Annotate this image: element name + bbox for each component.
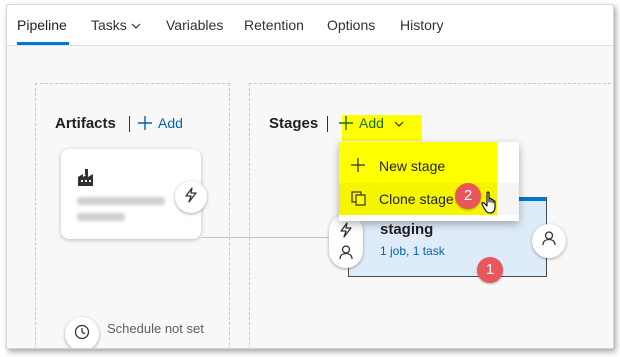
add-artifact-label: Add — [158, 115, 183, 131]
schedule-button[interactable] — [65, 317, 99, 348]
menu-item-label: Clone stage — [379, 191, 454, 207]
annotation-badge-1: 1 — [477, 257, 503, 283]
menu-item-new-stage[interactable]: New stage — [339, 150, 519, 182]
artifacts-divider — [129, 116, 130, 132]
clone-icon — [351, 191, 366, 209]
tab-tasks[interactable]: Tasks — [91, 5, 141, 45]
person-icon — [542, 231, 556, 251]
tab-variables[interactable]: Variables — [166, 5, 223, 45]
build-artifact-icon — [77, 169, 97, 192]
plus-icon — [351, 158, 365, 175]
tab-pipeline[interactable]: Pipeline — [17, 5, 67, 45]
person-icon — [339, 245, 353, 265]
artifact-trigger-button[interactable] — [175, 181, 207, 213]
artifact-source-redacted — [77, 213, 125, 221]
lightning-icon — [339, 222, 353, 243]
chevron-down-icon — [131, 6, 141, 46]
hand-cursor-icon — [481, 191, 501, 220]
plus-icon — [339, 115, 353, 133]
stages-divider — [327, 116, 328, 132]
add-stage-button[interactable]: Add — [339, 115, 404, 133]
tab-history[interactable]: History — [400, 5, 444, 45]
release-pipeline-window: Pipeline Tasks Variables Retention Optio… — [6, 4, 614, 349]
tab-retention[interactable]: Retention — [244, 5, 304, 45]
schedule-label: Schedule not set — [107, 321, 204, 336]
add-stage-label: Add — [359, 115, 384, 131]
annotation-badge-2: 2 — [455, 183, 481, 209]
clock-icon — [74, 324, 90, 345]
tab-bar: Pipeline Tasks Variables Retention Optio… — [7, 5, 613, 46]
stage-conditions-pill[interactable] — [329, 214, 363, 268]
tab-options[interactable]: Options — [327, 5, 375, 45]
menu-item-label: New stage — [379, 158, 446, 174]
artifact-name-redacted — [77, 197, 165, 205]
stage-summary-link[interactable]: 1 job, 1 task — [380, 244, 445, 258]
stages-title: Stages — [269, 115, 319, 132]
plus-icon — [138, 115, 152, 133]
stage-name[interactable]: staging — [380, 221, 433, 238]
add-artifact-button[interactable]: Add — [138, 115, 183, 133]
tab-tasks-label: Tasks — [91, 17, 127, 33]
chevron-down-icon — [394, 116, 404, 132]
lightning-icon — [184, 186, 198, 208]
active-tab-indicator — [17, 42, 69, 45]
artifacts-title: Artifacts — [55, 115, 116, 132]
post-deployment-approvals-button[interactable] — [532, 224, 566, 258]
